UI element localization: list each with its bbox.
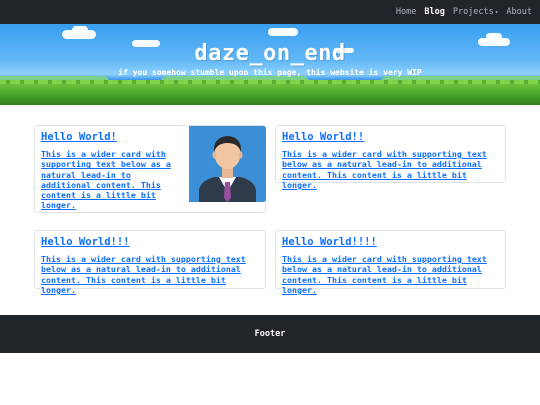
card-title-link[interactable]: Hello World!!!	[41, 236, 261, 249]
card-text-link[interactable]: This is a wider card with supporting tex…	[41, 149, 183, 211]
cloud-decoration	[268, 28, 298, 36]
card-title-link[interactable]: Hello World!!!!	[282, 236, 502, 249]
blog-card[interactable]: Hello World! This is a wider card with s…	[34, 125, 266, 213]
card-text-link[interactable]: This is a wider card with supporting tex…	[41, 254, 261, 295]
cloud-decoration	[72, 26, 88, 34]
footer-text: Footer	[254, 329, 286, 339]
nav-blog-link[interactable]: Blog	[424, 7, 444, 17]
blog-card[interactable]: Hello World!!!! This is a wider card wit…	[275, 230, 506, 295]
card-body: Hello World!! This is a wider card with …	[282, 131, 502, 190]
nav-projects-dropdown[interactable]: Projects▾	[453, 7, 499, 17]
cloud-decoration	[486, 33, 502, 40]
card-body: Hello World!!!! This is a wider card wit…	[282, 236, 502, 295]
top-navbar: Home Blog Projects▾ About	[0, 0, 540, 24]
card-title-link[interactable]: Hello World!!	[282, 131, 502, 144]
site-title: daze_on_end	[194, 41, 346, 66]
card-title-link[interactable]: Hello World!	[41, 131, 183, 144]
card-body: Hello World! This is a wider card with s…	[41, 131, 183, 211]
card-text-link[interactable]: This is a wider card with supporting tex…	[282, 254, 502, 295]
blog-card[interactable]: Hello World!! This is a wider card with …	[275, 125, 506, 190]
nav-about-link[interactable]: About	[506, 7, 532, 17]
nav-links: Home Blog Projects▾ About	[396, 0, 532, 24]
nav-projects-label: Projects	[452, 7, 494, 17]
hero-banner: daze_on_end if you somehow stumble upon …	[0, 24, 540, 105]
blog-card[interactable]: Hello World!!! This is a wider card with…	[34, 230, 266, 295]
card-body: Hello World!!! This is a wider card with…	[41, 236, 261, 295]
person-avatar-icon	[189, 126, 266, 202]
page-footer: Footer	[0, 315, 540, 353]
chevron-down-icon: ▾	[494, 9, 499, 16]
card-text-link[interactable]: This is a wider card with supporting tex…	[282, 149, 502, 190]
grass-decoration	[0, 84, 540, 105]
nav-home-link[interactable]: Home	[396, 7, 416, 17]
site-subtitle: if you somehow stumble upon this page, t…	[118, 68, 422, 77]
